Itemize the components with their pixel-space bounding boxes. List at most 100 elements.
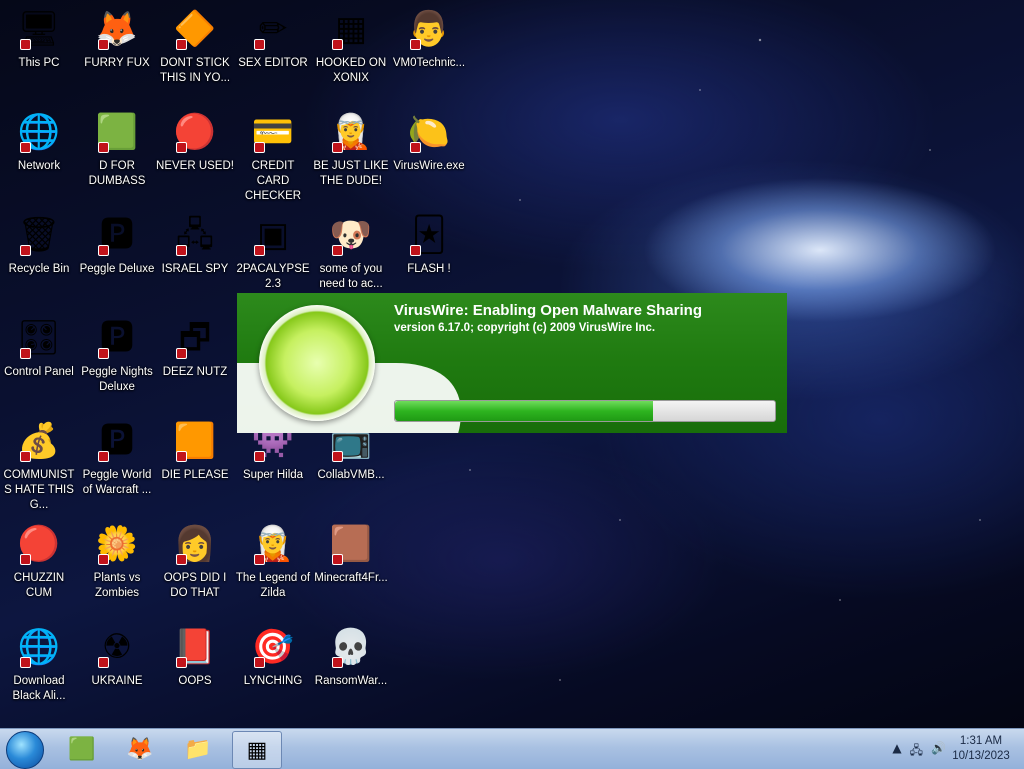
viruswire-splash-window: VirusWire: Enabling Open Malware Sharing… (237, 293, 787, 433)
desktop-icon-credit-card-checker[interactable]: 💳 CREDIT CARD CHECKER (234, 109, 312, 204)
israel-spy-icon: 🖧 (176, 215, 214, 256)
desktop-icon-ransomwar[interactable]: 💀 RansomWar... (312, 624, 390, 689)
desktop-icon-label: Recycle Bin (8, 263, 70, 275)
desktop-icon-minecraft4fr[interactable]: 🟫 Minecraft4Fr... (312, 521, 390, 586)
desktop-icon-be-just-like-the-dude[interactable]: 🧝 BE JUST LIKE THE DUDE! (312, 109, 390, 189)
desktop-icon-label: Peggle Nights Deluxe (81, 366, 153, 393)
desktop-icon-never-used[interactable]: 🔴 NEVER USED! (156, 109, 234, 174)
shortcut-badge-icon (410, 39, 421, 50)
shortcut-badge-icon (332, 554, 343, 565)
desktop-icon-2pacalypse[interactable]: ▣ 2PACALYPSE 2.3 (234, 212, 312, 292)
plants-vs-zombies-icon: 🌼 (95, 524, 139, 565)
desktop-icon-dont-stick[interactable]: 🔶 DONT STICK THIS IN YO... (156, 6, 234, 86)
shortcut-badge-icon (254, 554, 265, 565)
desktop-icon-control-panel[interactable]: 🎛 Control Panel (0, 315, 78, 380)
desktop-icon-label: DONT STICK THIS IN YO... (159, 57, 231, 84)
taskbar-app-explorer[interactable]: 📁 (174, 731, 222, 767)
system-tray: ▲ 🖧 🔊 (892, 741, 946, 762)
shortcut-badge-icon (20, 142, 31, 153)
desktop-icon-d-for-dumbass[interactable]: 🟩 D FOR DUMBASS (78, 109, 156, 189)
desktop-icon-label: The Legend of Zilda (235, 572, 311, 599)
ransomwar-icon: 💀 (329, 627, 373, 668)
desktop-icon-download-black-ali[interactable]: 🌐 Download Black Ali... (0, 624, 78, 704)
desktop-icon-plants-vs-zombies[interactable]: 🌼 Plants vs Zombies (78, 521, 156, 601)
shortcut-badge-icon (20, 348, 31, 359)
shortcut-badge-icon (98, 39, 109, 50)
network-icon[interactable]: 🖧 (910, 741, 923, 762)
2pacalypse-icon: ▣ (250, 212, 296, 258)
shortcut-badge-icon (20, 554, 31, 565)
shortcut-badge-icon (20, 245, 31, 256)
flash-icon: 🃏 (410, 215, 447, 256)
desktop-icon-flash[interactable]: 🃏 FLASH ! (390, 212, 468, 277)
shortcut-badge-icon (332, 245, 343, 256)
desktop-icon-communists[interactable]: 💰 COMMUNISTS HATE THIS G... (0, 418, 78, 513)
shortcut-badge-icon (332, 142, 343, 153)
start-button[interactable] (6, 731, 44, 769)
desktop-icon-label: OOPS (178, 675, 212, 687)
desktop-icon-israel-spy[interactable]: 🖧 ISRAEL SPY (156, 212, 234, 277)
communists-icon: 💰 (17, 421, 61, 462)
desktop-icon-chuzzin-cum[interactable]: 🔴 CHUZZIN CUM (0, 521, 78, 601)
desktop-icon-legend-of-zilda[interactable]: 🧝 The Legend of Zilda (234, 521, 312, 601)
chuzzin-cum-icon: 🔴 (17, 524, 61, 565)
taskbar-app-firefox[interactable]: 🦊 (116, 731, 164, 767)
desktop-icon-network[interactable]: 🌐 Network (0, 109, 78, 174)
desktop-icon-ukraine[interactable]: ☢ UKRAINE (78, 624, 156, 689)
die-please-icon: 🟧 (173, 421, 217, 462)
splash-title: VirusWire: Enabling Open Malware Sharing (394, 302, 702, 319)
desktop-icon-peggle-deluxe[interactable]: 🅿 Peggle Deluxe (78, 212, 156, 277)
vm0technic-icon: 👨 (407, 9, 451, 50)
viruswire-exe-icon: 🍋 (407, 112, 451, 153)
desktop-icon-label: OOPS DID I DO THAT (163, 572, 227, 599)
desktop-icon-recycle-bin[interactable]: 🗑 Recycle Bin (0, 212, 78, 277)
shortcut-badge-icon (98, 657, 109, 668)
desktop-icon-vm0technic[interactable]: 👨 VM0Technic... (390, 6, 468, 71)
shortcut-badge-icon (176, 554, 187, 565)
desktop-icon-deez-nutz[interactable]: 🗗 DEEZ NUTZ (156, 315, 234, 380)
control-panel-icon: 🎛 (17, 318, 61, 359)
desktop-icon-label: RansomWar... (314, 675, 388, 687)
desktop-icon-some-of-you[interactable]: 🐶 some of you need to ac... (312, 212, 390, 292)
shortcut-badge-icon (20, 657, 31, 668)
clock[interactable]: 1:31 AM 10/13/2023 (946, 734, 1016, 764)
download-black-ali-icon: 🌐 (17, 627, 61, 668)
credit-card-checker-icon: 💳 (251, 112, 295, 153)
taskbar-app-d-for-dumbass[interactable]: 🟩 (58, 731, 106, 767)
taskbar-app-viruswire[interactable]: ▦ (232, 731, 282, 769)
desktop-icon-viruswire-exe[interactable]: 🍋 VirusWire.exe (390, 109, 468, 174)
dont-stick-icon: 🔶 (173, 9, 217, 50)
this-pc-icon: 🖥 (17, 9, 61, 50)
minecraft4fr-icon: 🟫 (329, 524, 373, 565)
desktop-icon-label: Network (17, 160, 61, 172)
desktop-icon-label: Minecraft4Fr... (314, 572, 388, 584)
desktop-icon-label: FLASH ! (407, 263, 451, 275)
desktop-icon-label: SEX EDITOR (238, 57, 308, 69)
shortcut-badge-icon (98, 554, 109, 565)
volume-icon[interactable]: 🔊 (931, 741, 946, 762)
desktop-icon-this-pc[interactable]: 🖥 This PC (0, 6, 78, 71)
oops-icon: 📕 (173, 627, 217, 668)
desktop-icon-label: DIE PLEASE (161, 469, 229, 481)
desktop-icon-die-please[interactable]: 🟧 DIE PLEASE (156, 418, 234, 483)
desktop-icon-label: Download Black Ali... (12, 675, 66, 702)
shortcut-badge-icon (176, 657, 187, 668)
show-hidden-icons-icon[interactable]: ▲ (892, 741, 901, 762)
desktop-icon-peggle-world[interactable]: 🅿 Peggle World of Warcraft ... (78, 418, 156, 498)
desktop-icon-label: CHUZZIN CUM (13, 572, 65, 599)
shortcut-badge-icon (254, 451, 265, 462)
taskbar: 🟩 🦊 📁 ▦ ▲ 🖧 🔊 1:31 AM 10/13/2023 (0, 728, 1024, 769)
desktop-icon-oops[interactable]: 📕 OOPS (156, 624, 234, 689)
desktop-icon-furry-fux[interactable]: 🦊 FURRY FUX (78, 6, 156, 71)
desktop-icon-peggle-nights[interactable]: 🅿 Peggle Nights Deluxe (78, 315, 156, 395)
clock-date: 10/13/2023 (952, 750, 1010, 762)
desktop-icon-label: some of you need to ac... (319, 263, 383, 290)
shortcut-badge-icon (176, 142, 187, 153)
oops-did-i-icon: 👩 (173, 524, 217, 565)
desktop-icon-hooked-on-xonix[interactable]: ▦ HOOKED ON XONIX (312, 6, 390, 86)
progress-fill (395, 401, 654, 421)
desktop-icon-label: VM0Technic... (392, 57, 466, 69)
desktop-icon-oops-did-i[interactable]: 👩 OOPS DID I DO THAT (156, 521, 234, 601)
desktop-icon-lynching[interactable]: 🎯 LYNCHING (234, 624, 312, 689)
desktop-icon-sex-editor[interactable]: ✏ SEX EDITOR (234, 6, 312, 71)
